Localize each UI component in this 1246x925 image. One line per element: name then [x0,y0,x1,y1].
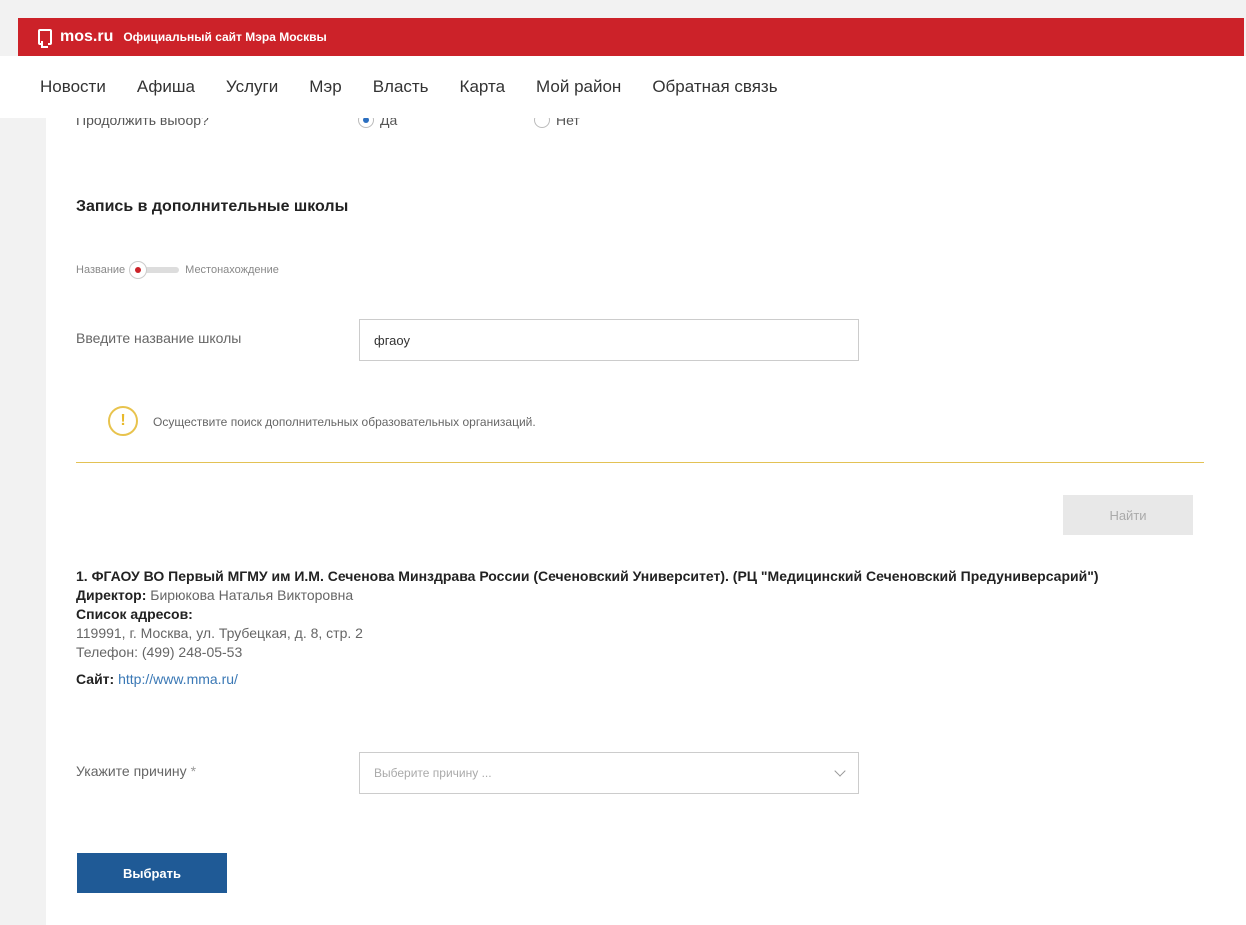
radio-no-icon[interactable] [534,118,550,128]
reason-placeholder: Выберите причину ... [374,766,492,780]
search-notice: ! Осуществите поиск дополнительных образ… [76,403,1204,463]
main-navigation: Новости Афиша Услуги Мэр Власть Карта Мо… [0,56,1246,118]
school-search-label: Введите название школы [76,330,242,346]
nav-item-services[interactable]: Услуги [226,77,278,97]
continue-no-label: Нет [556,118,580,128]
radio-yes-icon[interactable] [358,118,374,128]
select-button[interactable]: Выбрать [77,853,227,893]
search-mode-toggle[interactable] [129,261,181,279]
toggle-knob-icon[interactable] [129,261,148,279]
site-logo-text[interactable]: mos.ru [60,28,113,46]
warning-icon: ! [108,406,138,436]
required-mark: * [190,763,197,779]
site-label: Сайт: [76,671,115,687]
school-result-name: 1. ФГАОУ ВО Первый МГМУ им И.М. Сеченова… [76,568,1099,584]
nav-item-news[interactable]: Новости [40,77,106,97]
reason-label-row: Укажите причину * [76,763,196,779]
nav-item-mayor[interactable]: Мэр [309,77,341,97]
reason-label: Укажите причину [76,763,187,779]
form-card: Продолжить выбор? Да Нет Запись в дополн… [46,118,1246,925]
school-phone: Телефон: (499) 248-05-53 [76,644,243,660]
section-title: Запись в дополнительные школы [76,198,349,215]
search-mode-location-label[interactable]: Местонахождение [185,264,279,276]
continue-yes-label: Да [380,118,398,128]
reason-select[interactable]: Выберите причину ... [359,752,859,794]
nav-item-afisha[interactable]: Афиша [137,77,195,97]
continue-choice-row: Продолжить выбор? Да Нет [76,118,776,132]
nav-item-my-district[interactable]: Мой район [536,77,621,97]
nav-item-map[interactable]: Карта [460,77,506,97]
school-site-link[interactable]: http://www.mma.ru/ [118,671,238,687]
continue-choice-question: Продолжить выбор? [76,118,209,128]
search-mode-toggle-row: Название Местонахождение [76,261,279,279]
notice-text: Осуществите поиск дополнительных образов… [153,415,536,429]
site-header: mos.ru Официальный сайт Мэра Москвы [18,18,1244,56]
school-result: 1. ФГАОУ ВО Первый МГМУ им И.М. Сеченова… [76,567,1176,689]
continue-no-option[interactable]: Нет [534,118,580,128]
nav-item-government[interactable]: Власть [373,77,429,97]
director-name: Бирюкова Наталья Викторовна [150,587,354,603]
school-search-input[interactable] [359,319,859,361]
search-mode-name-label[interactable]: Название [76,264,125,276]
continue-yes-option[interactable]: Да [358,118,397,128]
site-row: Сайт: http://www.mma.ru/ [76,670,1176,689]
mos-logo-icon[interactable] [38,29,52,48]
site-slogan: Официальный сайт Мэра Москвы [123,30,327,44]
chevron-down-icon[interactable] [834,765,846,777]
director-label: Директор: [76,587,147,603]
find-button[interactable]: Найти [1063,495,1193,535]
addresses-label: Список адресов: [76,606,193,622]
nav-item-feedback[interactable]: Обратная связь [652,77,777,97]
school-address: 119991, г. Москва, ул. Трубецкая, д. 8, … [76,625,363,641]
